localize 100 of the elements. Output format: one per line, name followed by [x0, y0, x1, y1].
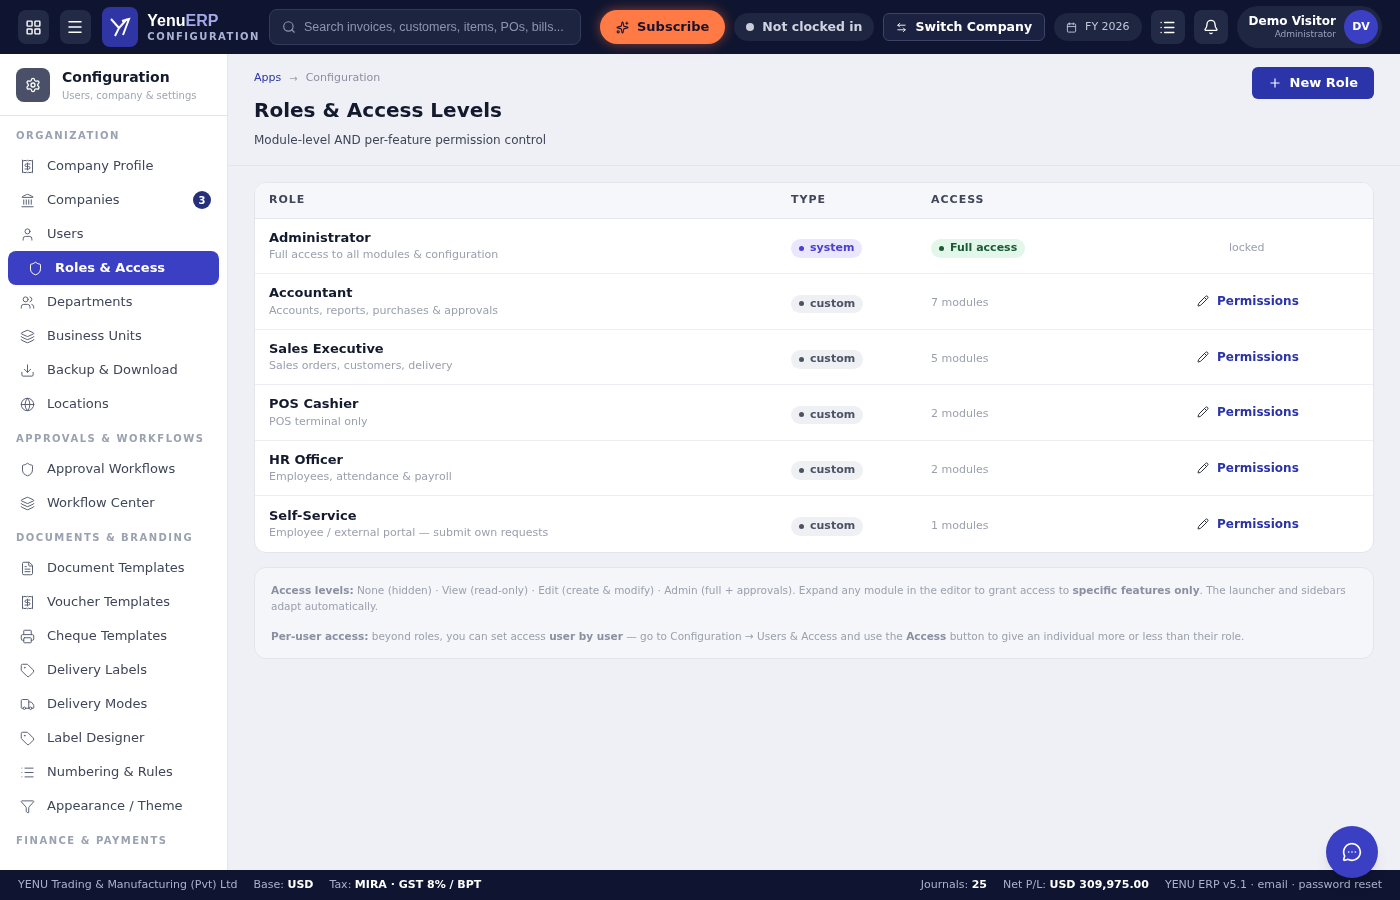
sidebar-item[interactable]: Roles & Access	[8, 251, 219, 285]
note-text: Per-user access: beyond roles, you can set access user by user — go to Configuration → Users & Access and use the Access button to give an individual more or less than their role.	[271, 628, 1246, 644]
sidebar-item[interactable]: Workflow Center	[8, 486, 219, 520]
permissions-link[interactable]: Permissions	[1197, 403, 1299, 422]
type-badge: custom	[791, 517, 864, 536]
module-count: 2 modules	[931, 407, 989, 421]
user-avatar: DV	[1344, 10, 1378, 44]
sidebar-subtitle: Users, company & settings	[62, 88, 197, 103]
sidebar-item-icon	[20, 362, 35, 378]
sidebar-item-icon	[20, 662, 35, 678]
type-badge: system	[791, 239, 863, 258]
role-description: Sales orders, customers, delivery	[269, 358, 454, 375]
breadcrumb-current: Configuration	[305, 70, 381, 86]
section-heading: FINANCE & PAYMENTS	[15, 834, 169, 848]
sidebar-item[interactable]: Company Profile	[8, 149, 219, 183]
column-header: TYPE	[791, 191, 828, 208]
module-count: 7 modules	[931, 296, 989, 310]
sidebar-item[interactable]: Backup & Download	[8, 353, 219, 387]
role-description: Accounts, reports, purchases & approvals	[269, 302, 499, 319]
sidebar-item[interactable]: Users	[8, 217, 219, 251]
sidebar-item[interactable]: Locations	[8, 387, 219, 421]
company-name: YENU Trading & Manufacturing (Pvt) Ltd	[18, 876, 238, 893]
sidebar-item[interactable]: Cheque Templates	[8, 619, 219, 653]
column-header: ROLE	[269, 191, 307, 208]
note-text: Access levels: None (hidden) · View (read-only) · Edit (create & modify) · Admin (full + approvals). Expand any module in the editor to grant access to specific features only. The launcher and sidebars adapt automatically.	[271, 582, 1347, 614]
sidebar-item[interactable]: Departments	[8, 285, 219, 319]
sidebar-item-icon	[20, 798, 35, 814]
chat-button[interactable]	[1326, 826, 1378, 878]
sidebar-item[interactable]: Document Templates	[8, 551, 219, 585]
sidebar-item[interactable]: Label Designer	[8, 721, 219, 755]
grid-icon	[24, 18, 42, 36]
brand-name: YenuERP	[147, 10, 220, 31]
sidebar-item[interactable]: Approval Workflows	[8, 452, 219, 486]
version-text: YENU ERP v5.1 · email · password reset	[1164, 876, 1382, 893]
sidebar-item[interactable]: Delivery Labels	[8, 653, 219, 687]
locked-label: locked	[1229, 240, 1265, 254]
sidebar-item-icon	[20, 495, 35, 511]
fiscal-year-chip: FY 2026	[1054, 13, 1142, 41]
menu-icon	[66, 18, 85, 36]
role-name: POS Cashier	[269, 395, 360, 414]
permissions-link[interactable]: Permissions	[1197, 292, 1299, 311]
sidebar-item-icon	[28, 260, 43, 276]
sidebar-item[interactable]: Numbering & Rules	[8, 755, 219, 789]
chat-icon	[1342, 842, 1362, 862]
section-heading: ORGANIZATION	[15, 129, 121, 143]
sidebar-item-icon	[20, 594, 35, 610]
search-input[interactable]: Search invoices, customers, items, POs, bills...	[304, 17, 568, 37]
bell-icon	[1202, 19, 1219, 35]
plus-icon	[1267, 76, 1282, 90]
page-title: Roles & Access Levels	[254, 96, 504, 124]
status-item: Net P/L: USD 309,975.00	[1003, 876, 1149, 893]
sidebar-item[interactable]: Voucher Templates	[8, 585, 219, 619]
pencil-icon	[1197, 461, 1209, 474]
module-count: 2 modules	[931, 462, 989, 476]
search-field[interactable]: Search invoices, customers, items, POs, bills...	[269, 9, 581, 45]
switch-company-button[interactable]: Switch Company	[883, 13, 1046, 41]
user-menu[interactable]: Demo Visitor Administrator DV	[1236, 6, 1382, 48]
new-role-button[interactable]: New Role	[1251, 67, 1374, 99]
subscribe-button[interactable]: Subscribe	[600, 10, 726, 44]
sidebar-item-icon	[20, 560, 35, 576]
sidebar-item-icon	[20, 328, 35, 344]
sidebar-item-icon	[20, 764, 35, 780]
module-count: 5 modules	[931, 351, 989, 365]
pencil-icon	[1197, 350, 1209, 363]
role-name: Accountant	[269, 284, 354, 303]
status-item: Tax: MIRA · GST 8% / BPT	[329, 876, 482, 893]
user-name: Demo Visitor	[1248, 13, 1336, 29]
role-name: HR Officer	[269, 450, 344, 469]
column-header: ACCESS	[931, 191, 986, 208]
role-name: Self-Service	[269, 506, 358, 525]
status-item: Journals: 25	[920, 876, 988, 893]
sidebar-item[interactable]: Appearance / Theme	[8, 789, 219, 823]
page-subtitle: Module-level AND per-feature permission control	[254, 131, 547, 149]
permissions-link[interactable]: Permissions	[1197, 458, 1299, 477]
permissions-link[interactable]: Permissions	[1197, 514, 1299, 533]
swap-icon	[896, 21, 908, 33]
list-button[interactable]	[1150, 10, 1185, 44]
breadcrumb-separator: →	[289, 71, 298, 86]
role-name: Administrator	[269, 228, 372, 247]
status-item: Base: USD	[253, 876, 314, 893]
clock-status: Not clocked in	[734, 13, 875, 41]
breadcrumb-link[interactable]: Apps	[254, 70, 282, 87]
module-count: 1 modules	[931, 518, 989, 532]
sidebar-item-icon	[20, 226, 35, 242]
role-description: POS terminal only	[269, 413, 369, 430]
permissions-link[interactable]: Permissions	[1197, 347, 1299, 366]
sidebar-item-icon	[20, 192, 35, 208]
sidebar-item[interactable]: Companies 3	[8, 183, 219, 217]
notifications-button[interactable]	[1193, 10, 1228, 44]
role-name: Sales Executive	[269, 339, 385, 358]
sparkle-icon	[616, 20, 629, 34]
type-badge: custom	[791, 294, 864, 313]
role-description: Employee / external portal — submit own requests	[269, 525, 550, 542]
type-badge: custom	[791, 350, 864, 369]
sidebar-item[interactable]: Business Units	[8, 319, 219, 353]
logo-icon	[101, 7, 139, 47]
section-heading: APPROVALS & WORKFLOWS	[15, 432, 206, 446]
apps-button[interactable]	[18, 10, 49, 44]
menu-button[interactable]	[59, 10, 91, 44]
sidebar-item[interactable]: Delivery Modes	[8, 687, 219, 721]
